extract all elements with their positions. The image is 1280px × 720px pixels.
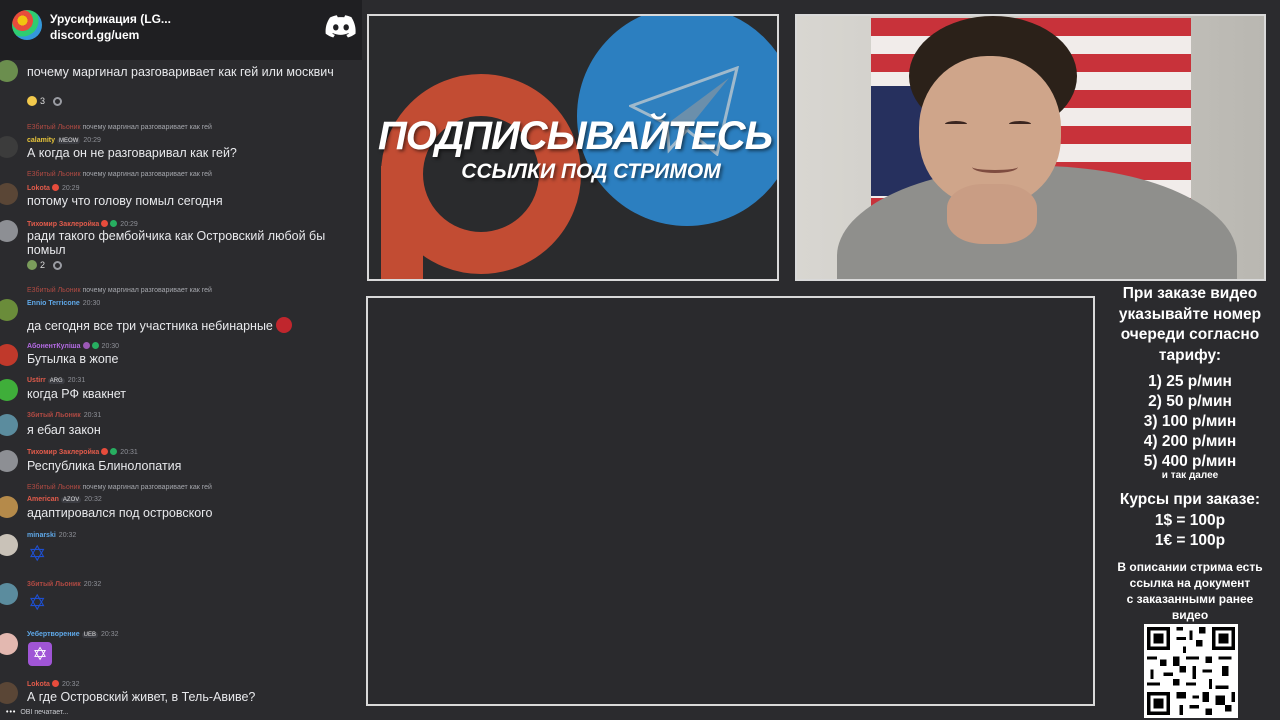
user-avatar	[0, 183, 18, 205]
person-eye	[945, 121, 967, 127]
message-meta: 3битый Льоник 20:32	[27, 581, 102, 588]
subscribe-banner: ПОДПИСЫВАЙТЕСЬ ССЫЛКИ ПОД СТРИМОМ	[367, 14, 779, 281]
user-avatar	[0, 414, 18, 436]
person-mouth	[972, 161, 1018, 173]
user-avatar	[0, 299, 18, 321]
reactions[interactable]: 3	[27, 96, 63, 106]
user-avatar	[0, 633, 18, 655]
message-meta: Ustirr ARG 20:31	[27, 377, 86, 384]
message-text: А когда он не разговаривал как гей?	[27, 146, 237, 160]
user-avatar	[0, 534, 18, 556]
user-avatar	[0, 583, 18, 605]
message-text: А где Островский живет, в Тель-Авиве?	[27, 690, 256, 704]
message-text: да сегодня все три участника небинарные	[27, 317, 357, 333]
message-text: я ебал закон	[27, 423, 101, 437]
message-text: Бутылка в жопе	[27, 352, 119, 366]
add-reaction-icon[interactable]	[53, 261, 63, 270]
discord-logo-icon	[325, 15, 356, 38]
order-instructions: При заказе видео указывайте номер очеред…	[1118, 285, 1262, 364]
message-meta: American AZOV 20:32	[27, 496, 102, 503]
message-text: адаптировался под островского	[27, 506, 213, 520]
star-of-david-emoji: ✡	[28, 541, 47, 566]
thinking-emoji-icon	[27, 96, 37, 106]
user-avatar	[0, 682, 18, 704]
qr-code[interactable]	[1144, 624, 1238, 718]
reply-preview[interactable]: Е3битый Льоник почему маргинал разговари…	[27, 171, 212, 178]
banner-subtitle: ССЫЛКИ ПОД СТРИМОМ	[461, 160, 721, 183]
typing-indicator: ••• OBI печатает...	[6, 709, 69, 716]
document-note: В описании стрима есть ссылка на докумен…	[1117, 560, 1263, 622]
webcam-feed	[795, 14, 1266, 281]
message-meta: Тихомир Заклеройка 20:29	[27, 220, 138, 228]
tariff-more: и так далее	[1161, 470, 1219, 481]
emoji-icon	[276, 317, 293, 333]
server-icon	[12, 10, 42, 40]
message-text: почему маргинал разговаривает как гей ил…	[27, 65, 334, 79]
person-hand	[947, 184, 1037, 244]
star-of-david-emoji: ✡	[28, 590, 47, 615]
message-text: когда РФ квакнет	[27, 387, 127, 401]
reply-preview[interactable]: Е3битый Льоник почему маргинал разговари…	[27, 484, 212, 491]
tariff-item: 5) 400 р/мин	[1143, 453, 1237, 470]
tariff-item: 2) 50 р/мин	[1148, 393, 1232, 410]
rates-title: Курсы при заказе:	[1119, 491, 1261, 508]
patreon-logo-stem	[381, 166, 423, 279]
banner-title: ПОДПИСЫВАЙТЕСЬ	[377, 114, 773, 158]
person-eye	[1009, 121, 1031, 127]
chat-overlay: Урусификация (LG... discord.gg/uem почем…	[0, 0, 362, 720]
message-meta: Lokota 20:29	[27, 184, 80, 192]
video-panel	[366, 296, 1095, 706]
message-text: потому что голову помыл сегодня	[27, 194, 223, 208]
user-avatar	[0, 450, 18, 472]
message-meta: 3битый Льоник 20:31	[27, 412, 102, 419]
user-avatar	[0, 220, 18, 242]
reply-preview[interactable]: Е3битый Льоник почему маргинал разговари…	[27, 287, 212, 294]
message-meta: minarski 20:32	[27, 532, 77, 539]
user-avatar	[0, 379, 18, 401]
user-avatar	[0, 60, 18, 82]
emoji-icon	[27, 260, 37, 270]
tariff-item: 4) 200 р/мин	[1143, 433, 1237, 450]
reply-preview[interactable]: Е3битый Льоник почему маргинал разговари…	[27, 124, 212, 131]
user-avatar	[0, 344, 18, 366]
message-meta: calamity MEOW 20:29	[27, 137, 101, 144]
message-meta: Ennio Terricone 20:30	[27, 300, 101, 307]
tariff-item: 1) 25 р/мин	[1148, 373, 1232, 390]
message-meta: АбонентКуліша 20:30	[27, 342, 120, 350]
message-meta: Уебертворение UEB 20:32	[27, 631, 119, 638]
message-meta: Lokota 20:32	[27, 680, 80, 688]
add-reaction-icon[interactable]	[53, 97, 63, 106]
exchange-rates: 1$ = 100р 1€ = 100р	[1154, 512, 1226, 549]
message-meta: Тихомир Заклеройка 20:31	[27, 448, 138, 456]
tariff-item: 3) 100 р/мин	[1143, 413, 1237, 430]
message-text: ради такого фембойчика как Островский лю…	[27, 229, 326, 257]
user-avatar	[0, 496, 18, 518]
star-of-david-emoji: ✡	[28, 642, 52, 666]
server-invite-link[interactable]: discord.gg/uem	[50, 28, 139, 42]
tariff-list: 1) 25 р/мин 2) 50 р/мин 3) 100 р/мин 4) …	[1100, 372, 1280, 472]
server-header[interactable]: Урусификация (LG... discord.gg/uem	[0, 0, 362, 60]
server-name: Урусификация (LG...	[50, 12, 171, 26]
message-text: Республика Блинолопатия	[27, 459, 182, 473]
user-avatar	[0, 136, 18, 158]
reactions[interactable]: 2	[27, 260, 63, 270]
